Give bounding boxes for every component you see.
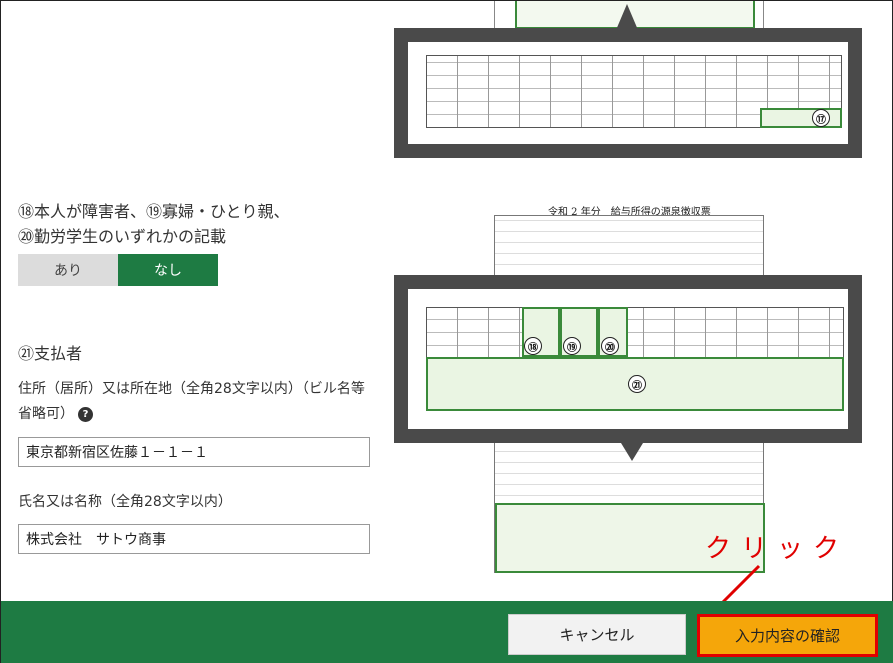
address-label: 住所（居所）又は所在地（全角28文字以内）（ビル名等省略可）? — [18, 377, 373, 427]
help-icon[interactable]: ? — [78, 407, 93, 422]
name-input[interactable] — [18, 524, 370, 554]
circle-number-20: ⑳ — [601, 337, 619, 355]
circle-number-21: ㉑ — [628, 375, 646, 393]
cancel-button[interactable]: キャンセル — [508, 614, 686, 655]
callout-content: ⑱ ⑲ ⑳ ㉑ — [408, 289, 848, 429]
question-heading-line2: ⑳勤労学生のいずれかの記載 — [18, 227, 227, 246]
question-18-20-heading: ⑱本人が障害者、⑲寡婦・ひとり親、 ⑳勤労学生のいずれかの記載 — [18, 199, 290, 249]
toggle-no-button[interactable]: なし — [118, 254, 218, 286]
callout-zoom-18-21: ⑱ ⑲ ⑳ ㉑ — [394, 275, 862, 443]
question-heading-line1: ⑱本人が障害者、⑲寡婦・ひとり親、 — [18, 202, 290, 221]
callout-pointer — [621, 443, 643, 461]
payer-heading: ㉑支払者 — [18, 344, 83, 363]
disability-toggle: あり なし — [18, 254, 218, 286]
callout-zoom-17: ⑰ — [394, 28, 862, 158]
circle-number-17: ⑰ — [812, 109, 830, 127]
callout-pointer — [616, 4, 638, 30]
toggle-yes-button[interactable]: あり — [18, 254, 118, 286]
click-annotation: クリック — [705, 534, 850, 564]
circle-number-18: ⑱ — [524, 337, 542, 355]
circle-number-19: ⑲ — [563, 337, 581, 355]
address-input[interactable] — [18, 437, 370, 467]
address-label-text: 住所（居所）又は所在地（全角28文字以内）（ビル名等省略可） — [18, 381, 365, 422]
callout-content: ⑰ — [408, 42, 848, 144]
name-label: 氏名又は名称（全角28文字以内） — [18, 494, 232, 510]
confirm-input-button[interactable]: 入力内容の確認 — [697, 614, 878, 657]
